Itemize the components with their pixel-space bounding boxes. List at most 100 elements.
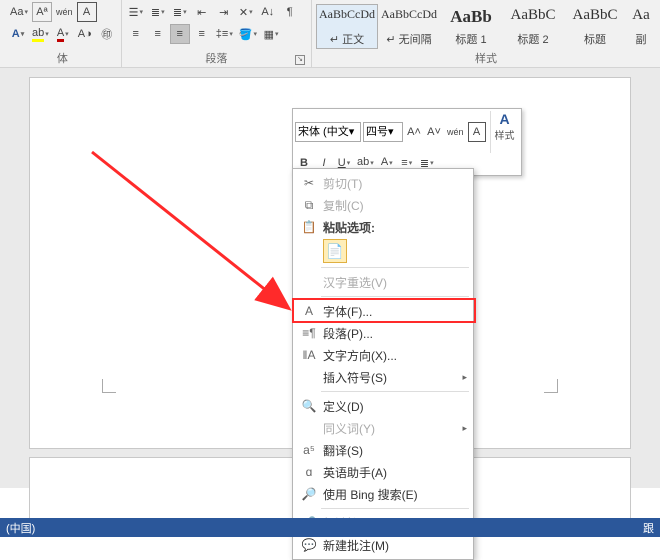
text-effects-button[interactable]: A▾ xyxy=(8,24,28,44)
ctx-bing-label: 使用 Bing 搜索(E) xyxy=(323,486,418,503)
style-item-heading2[interactable]: AaBbC 标题 2 xyxy=(502,4,564,49)
char-shading-button[interactable]: A◑ xyxy=(75,24,95,44)
bullets-button[interactable]: ☰▾ xyxy=(126,2,146,22)
ctx-hanzi-label: 汉字重选(V) xyxy=(323,274,387,291)
shading-button[interactable]: 🪣▾ xyxy=(237,24,259,44)
separator xyxy=(321,267,469,268)
status-bar: (中国) 跟 xyxy=(0,518,660,537)
style-item-nospacing[interactable]: AaBbCcDd ↵ 无间隔 xyxy=(378,4,440,49)
asian-layout-button[interactable]: ✕▾ xyxy=(236,2,256,22)
copy-icon: ⧉ xyxy=(299,198,319,213)
line-spacing-button[interactable]: ‡≡▾ xyxy=(214,24,235,44)
crop-mark-bl xyxy=(102,379,116,393)
mini-shrink-font[interactable]: A˅ xyxy=(425,122,443,142)
ctx-new-comment[interactable]: 💬 新建批注(M) xyxy=(293,534,473,556)
ctx-text-direction-label: 文字方向(X)... xyxy=(323,347,397,364)
status-language[interactable]: (中国) xyxy=(6,520,35,536)
ctx-english-label: 英语助手(A) xyxy=(323,464,387,481)
ribbon-group-styles: AaBbCcDd ↵ 正文 AaBbCcDd ↵ 无间隔 AaBb 标题 1 A… xyxy=(312,0,660,67)
ctx-synonyms[interactable]: 同义词(Y) ▸ xyxy=(293,417,473,439)
mini-grow-font[interactable]: A˄ xyxy=(405,122,423,142)
ctx-copy[interactable]: ⧉ 复制(C) xyxy=(293,194,473,216)
ctx-copy-label: 复制(C) xyxy=(323,197,364,214)
align-left-button[interactable]: ≡ xyxy=(126,24,146,44)
ctx-paste-header: 📋 粘贴选项: xyxy=(293,216,473,238)
ribbon-group-label-styles: 样式 xyxy=(316,49,656,67)
highlight-button[interactable]: ab▾ xyxy=(30,24,51,44)
style-preview: AaBbCcDd xyxy=(319,7,375,22)
style-name: 标题 xyxy=(584,31,606,47)
numbering-button[interactable]: ≣▾ xyxy=(148,2,168,22)
ctx-english-assistant[interactable]: ɑ 英语助手(A) xyxy=(293,461,473,483)
style-preview: AaBbC xyxy=(511,7,556,24)
mini-phonetic-button[interactable]: wén xyxy=(445,122,466,142)
english-assist-icon: ɑ xyxy=(299,465,319,479)
translate-icon: a⁵ xyxy=(299,443,319,457)
ribbon: Aa▾ Aª wén A A▾ ab▾ A▾ A◑ ㊞ 体 ☰▾ ≣▾ ≣▾ ⇤… xyxy=(0,0,660,68)
comment-icon: 💬 xyxy=(299,538,319,552)
enclose-char-button[interactable]: ㊞ xyxy=(97,24,117,44)
ctx-define[interactable]: 🔍 定义(D) xyxy=(293,395,473,417)
ribbon-group-label-paragraph: 段落 ↘ xyxy=(126,49,307,67)
style-item-heading1[interactable]: AaBb 标题 1 xyxy=(440,4,502,49)
font-icon: A xyxy=(299,304,319,318)
ctx-bing-search[interactable]: 🔎 使用 Bing 搜索(E) xyxy=(293,483,473,505)
decrease-indent-button[interactable]: ⇤ xyxy=(192,2,212,22)
ctx-synonyms-label: 同义词(Y) xyxy=(323,420,375,437)
align-center-button[interactable]: ≡ xyxy=(148,24,168,44)
ctx-paste-options: 📄 xyxy=(293,238,473,264)
mini-styles-label: 样式 xyxy=(495,127,515,142)
style-item-body[interactable]: AaBbCcDd ↵ 正文 xyxy=(316,4,378,49)
submenu-arrow-icon: ▸ xyxy=(462,423,467,434)
phonetic-guide-button[interactable]: wén xyxy=(54,2,75,22)
ctx-text-direction[interactable]: ‖A 文字方向(X)... xyxy=(293,344,473,366)
borders-button[interactable]: ▦▾ xyxy=(261,24,281,44)
clear-formatting-button[interactable]: Aª xyxy=(32,2,52,22)
ctx-cut-label: 剪切(T) xyxy=(323,175,362,192)
separator xyxy=(321,508,469,509)
ctx-insert-symbol[interactable]: 插入符号(S) ▸ xyxy=(293,366,473,388)
ctx-font-label: 字体(F)... xyxy=(323,303,372,320)
ctx-hanzi-reselect[interactable]: 汉字重选(V) xyxy=(293,271,473,293)
style-item-title[interactable]: AaBbC 标题 xyxy=(564,4,626,49)
font-color-button[interactable]: A▾ xyxy=(53,24,73,44)
style-item-subtitle[interactable]: Aa 副 xyxy=(626,4,656,49)
context-menu: ✂ 剪切(T) ⧉ 复制(C) 📋 粘贴选项: 📄 汉字重选(V) A 字体(F… xyxy=(292,168,474,560)
paste-icon: 📋 xyxy=(299,220,319,234)
style-preview: AaBbC xyxy=(573,7,618,24)
styles-icon: A xyxy=(499,111,509,127)
align-justify-button[interactable]: ≡ xyxy=(170,24,190,44)
status-track[interactable]: 跟 xyxy=(643,520,654,536)
ctx-font[interactable]: A 字体(F)... xyxy=(293,300,473,322)
increase-indent-button[interactable]: ⇥ xyxy=(214,2,234,22)
paragraph-expander-icon[interactable]: ↘ xyxy=(295,55,305,65)
crop-mark-br xyxy=(544,379,558,393)
show-marks-button[interactable]: ¶ xyxy=(280,2,300,22)
ctx-paste-label: 粘贴选项: xyxy=(323,219,375,236)
change-case-button[interactable]: Aa▾ xyxy=(8,2,30,22)
ribbon-group-font: Aa▾ Aª wén A A▾ ab▾ A▾ A◑ ㊞ 体 xyxy=(4,0,122,67)
paste-keep-source-button[interactable]: 📄 xyxy=(323,239,347,263)
sort-button[interactable]: A↓ xyxy=(258,2,278,22)
style-name: 副 xyxy=(636,31,647,47)
paragraph-label-text: 段落 xyxy=(205,53,227,65)
style-gallery: AaBbCcDd ↵ 正文 AaBbCcDd ↵ 无间隔 AaBb 标题 1 A… xyxy=(316,2,656,49)
paragraph-icon: ≡¶ xyxy=(299,326,319,340)
char-border-button[interactable]: A xyxy=(77,2,97,22)
search-icon: 🔎 xyxy=(299,487,319,501)
multilevel-list-button[interactable]: ≣▾ xyxy=(170,2,190,22)
ctx-translate[interactable]: a⁵ 翻译(S) xyxy=(293,439,473,461)
mini-font-size[interactable]: 四号▾ xyxy=(363,122,403,142)
ctx-new-comment-label: 新建批注(M) xyxy=(323,537,389,554)
mini-font-name[interactable]: 宋体 (中文▾ xyxy=(295,122,361,142)
style-preview: Aa xyxy=(632,7,650,24)
styles-label-text: 样式 xyxy=(475,53,497,65)
ctx-cut[interactable]: ✂ 剪切(T) xyxy=(293,172,473,194)
ribbon-group-label-font: 体 xyxy=(8,49,117,67)
mini-char-border[interactable]: A xyxy=(468,122,486,142)
ctx-paragraph[interactable]: ≡¶ 段落(P)... xyxy=(293,322,473,344)
ctx-insert-symbol-label: 插入符号(S) xyxy=(323,369,387,386)
align-distribute-button[interactable]: ≡ xyxy=(192,24,212,44)
define-icon: 🔍 xyxy=(299,399,319,413)
mini-styles-button[interactable]: A 样式 xyxy=(490,111,519,153)
